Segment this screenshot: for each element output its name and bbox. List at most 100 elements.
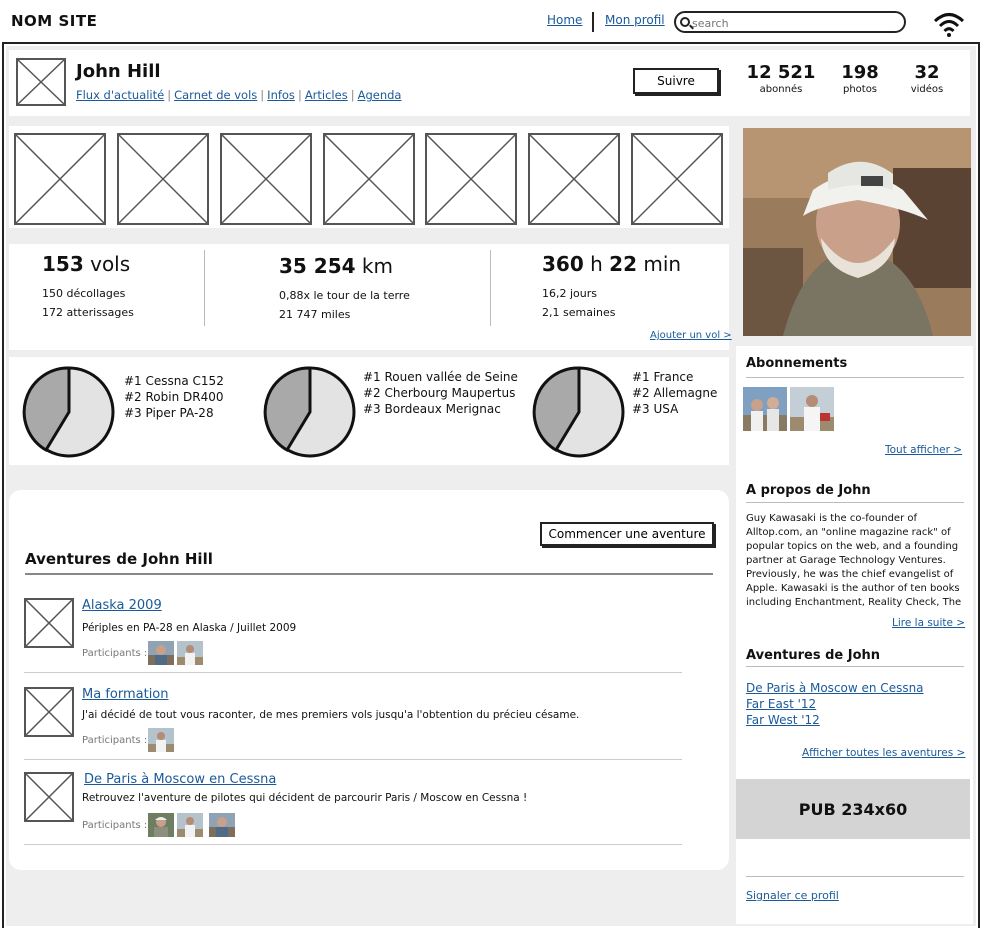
adventures-title: Aventures de John Hill <box>25 550 213 568</box>
stat-value: 12 521 <box>746 62 816 83</box>
kpi-distance: 35 254 km 0,88x le tour de la terre 21 7… <box>279 254 410 324</box>
nav-home-link[interactable]: Home <box>547 13 582 27</box>
adventure-item: Alaska 2009 Périples en PA-28 en Alaska … <box>24 598 684 676</box>
participant-avatar[interactable] <box>148 813 174 837</box>
ad-banner[interactable]: PUB 234x60 <box>736 779 970 839</box>
photo-thumbnail[interactable] <box>117 133 209 225</box>
kpi-divider <box>490 250 491 326</box>
photo-thumbnail[interactable] <box>14 133 106 225</box>
kpi-hours-unit: h <box>590 252 603 276</box>
kpi-time-line: 2,1 semaines <box>542 306 616 319</box>
kpi-flights: 153 vols 150 décollages 172 atterissages <box>42 252 134 322</box>
link-separator: | <box>167 88 172 102</box>
subscriptions-title: Abonnements <box>746 356 848 371</box>
stat-label: photos <box>842 84 878 95</box>
participant-avatar[interactable] <box>177 813 203 837</box>
participant-avatar[interactable] <box>177 641 203 665</box>
read-more-link[interactable]: Lire la suite > <box>892 617 965 629</box>
stat-photos[interactable]: 198 photos <box>835 62 885 95</box>
sidebar-adventure-link[interactable]: Far East '12 <box>746 696 924 712</box>
link-logbook[interactable]: Carnet de vols <box>174 88 257 102</box>
stat-followers[interactable]: 12 521 abonnés <box>746 62 816 95</box>
start-adventure-button[interactable]: Commencer une aventure <box>540 522 714 546</box>
sidebar-adventures-title: Aventures de John <box>746 648 881 663</box>
link-news-feed[interactable]: Flux d'actualité <box>76 88 164 102</box>
adventure-title-link[interactable]: De Paris à Moscow en Cessna <box>84 772 276 787</box>
kpi-flights-unit: vols <box>90 252 131 276</box>
profile-header <box>9 50 970 116</box>
link-separator: | <box>260 88 265 102</box>
stat-videos[interactable]: 32 vidéos <box>905 62 949 95</box>
kpi-distance-unit: km <box>361 254 393 278</box>
kpi-distance-line: 21 747 miles <box>279 308 351 321</box>
adventure-separator <box>24 672 682 673</box>
kpi-distance-line: 0,88x le tour de la terre <box>279 289 410 302</box>
participant-avatar[interactable] <box>209 813 235 837</box>
sidebar-divider <box>746 666 964 667</box>
sidebar-divider <box>746 876 964 877</box>
photo-thumbnail[interactable] <box>220 133 312 225</box>
sidebar-divider <box>746 502 964 503</box>
ranking-item: #3 Bordeaux Merignac <box>363 402 501 416</box>
photo-thumbnail[interactable] <box>425 133 517 225</box>
countries-ranking: #1 France #2 Allemagne #3 USA <box>632 369 717 417</box>
ranking-item: #2 Cherbourg Maupertus <box>363 386 516 400</box>
kpi-minutes-value: 22 <box>609 252 637 276</box>
sidebar-divider <box>746 377 964 378</box>
kpi-time: 360 h 22 min 16,2 jours 2,1 semaines <box>542 252 681 322</box>
top-bar: NOM SITE Home Mon profil <box>2 2 980 44</box>
ranking-item: #2 Robin DR400 <box>124 390 224 404</box>
ranking-item: #1 France <box>632 370 694 384</box>
adventure-description: Périples en PA-28 en Alaska / Juillet 20… <box>82 622 297 634</box>
adventure-title-link[interactable]: Alaska 2009 <box>82 598 162 613</box>
adventures-divider <box>25 573 713 575</box>
aircraft-pie-chart <box>22 366 115 458</box>
link-infos[interactable]: Infos <box>267 88 295 102</box>
photo-thumbnail[interactable] <box>323 133 415 225</box>
search-input[interactable] <box>692 15 892 31</box>
ranking-item: #3 USA <box>632 402 679 416</box>
sidebar-adventure-link[interactable]: De Paris à Moscow en Cessna <box>746 680 924 696</box>
participants-label: Participants : <box>82 820 148 831</box>
stat-value: 198 <box>841 62 879 83</box>
adventure-thumbnail[interactable] <box>24 687 74 737</box>
participant-avatar[interactable] <box>148 728 174 752</box>
add-flight-link[interactable]: Ajouter un vol > <box>650 330 732 341</box>
ranking-item: #3 Piper PA-28 <box>124 406 214 420</box>
sidebar-adventure-link[interactable]: Far West '12 <box>746 712 924 728</box>
adventure-thumbnail[interactable] <box>24 598 74 648</box>
link-agenda[interactable]: Agenda <box>358 88 402 102</box>
site-logo[interactable]: NOM SITE <box>11 12 97 30</box>
show-all-subscriptions-link[interactable]: Tout afficher > <box>885 444 962 456</box>
wifi-icon <box>933 13 965 37</box>
ranking-item: #2 Allemagne <box>632 386 718 400</box>
profile-photo[interactable] <box>743 128 971 336</box>
nav-profile-link[interactable]: Mon profil <box>605 13 665 27</box>
ranking-item: #1 Rouen vallée de Seine <box>363 370 518 384</box>
subscription-avatar[interactable] <box>790 387 834 431</box>
kpi-hours-value: 360 <box>542 252 584 276</box>
participant-avatar[interactable] <box>148 641 174 665</box>
countries-pie-chart <box>532 366 625 458</box>
follow-button[interactable]: Suivre <box>633 68 719 94</box>
report-profile-link[interactable]: Signaler ce profil <box>746 889 839 902</box>
participants-label: Participants : <box>82 648 148 659</box>
search-box[interactable] <box>674 11 906 33</box>
routes-pie-chart <box>263 366 356 458</box>
kpi-time-line: 16,2 jours <box>542 287 597 300</box>
about-title: A propos de John <box>746 483 871 498</box>
subscription-avatar[interactable] <box>743 387 787 431</box>
link-articles[interactable]: Articles <box>305 88 348 102</box>
adventure-thumbnail[interactable] <box>24 772 74 822</box>
aircraft-ranking: #1 Cessna C152 #2 Robin DR400 #3 Piper P… <box>124 373 224 421</box>
kpi-divider <box>204 250 205 326</box>
adventure-title-link[interactable]: Ma formation <box>82 687 169 702</box>
all-adventures-link[interactable]: Afficher toutes les aventures > <box>802 747 965 759</box>
search-icon <box>680 17 690 27</box>
stat-label: vidéos <box>910 84 944 95</box>
sidebar-adventure-links: De Paris à Moscow en Cessna Far East '12… <box>746 680 924 728</box>
photo-thumbnail[interactable] <box>631 133 723 225</box>
avatar-placeholder[interactable] <box>16 58 66 106</box>
kpi-distance-value: 35 254 <box>279 254 356 278</box>
photo-thumbnail[interactable] <box>528 133 620 225</box>
